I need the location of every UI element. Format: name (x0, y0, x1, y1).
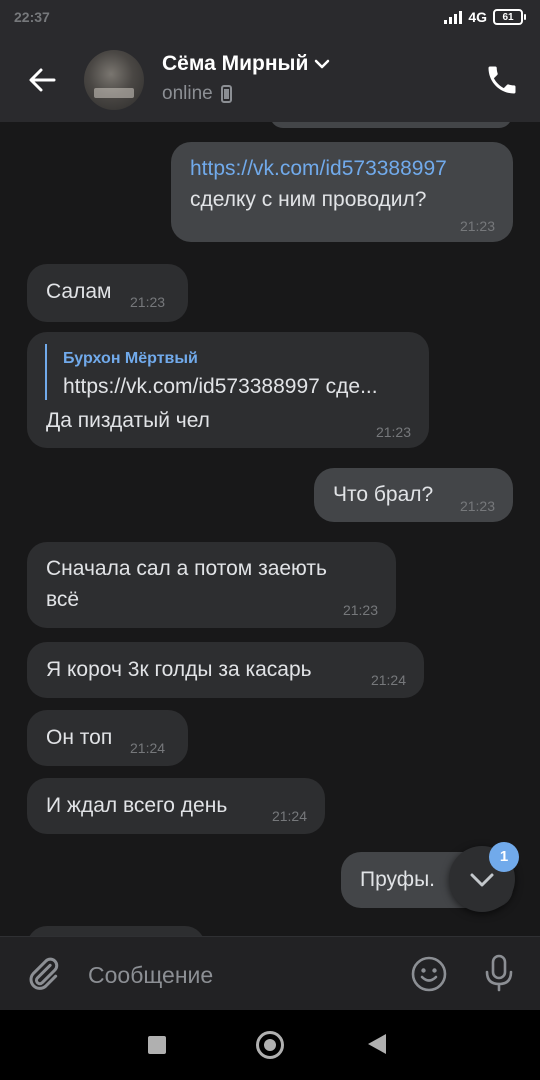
mic-button[interactable] (480, 953, 518, 993)
contact-status-text: online (162, 83, 213, 104)
message-time: 21:24 (130, 740, 166, 756)
back-button[interactable] (24, 62, 60, 98)
call-button[interactable] (484, 62, 520, 98)
message-in[interactable]: И ждал всего день 21:24 (27, 778, 325, 834)
status-icons: 4G 61 (444, 9, 526, 25)
message-time: 21:23 (342, 602, 378, 618)
message-text: И ждал всего день (46, 794, 228, 817)
message-list[interactable]: https://vk.com/id573388997 сделку с ним … (0, 122, 540, 936)
composer (0, 936, 540, 1011)
recents-button[interactable] (148, 1036, 166, 1054)
message-in[interactable]: Сначала сал а потом заеють всё 21:23 (27, 542, 396, 628)
battery-icon: 61 (493, 9, 526, 25)
message-in[interactable]: Он топ 21:24 (27, 710, 188, 766)
battery-level: 61 (502, 11, 514, 23)
message-link[interactable]: https://vk.com/id573388997 (190, 154, 447, 184)
chat-header: Сёма Мирный online (0, 38, 540, 122)
message-text: сделку с ним проводил? (190, 188, 427, 211)
chevron-down-icon (315, 59, 330, 69)
message-input[interactable] (86, 957, 390, 993)
system-nav-bar (0, 1010, 540, 1080)
signal-icon (444, 10, 463, 24)
phone-icon (488, 66, 516, 94)
home-button[interactable] (256, 1031, 284, 1059)
message-time: 21:23 (375, 424, 411, 440)
message-text: Сначала сал а потом заеють (46, 557, 327, 580)
status-time: 22:37 (14, 9, 50, 25)
smile-icon (411, 956, 447, 992)
message-text: Пруфы. (360, 868, 436, 891)
reply-bar (45, 344, 47, 400)
message-partial (27, 926, 205, 936)
contact-status: online (162, 83, 232, 105)
message-partial (270, 122, 512, 128)
message-text: Он топ (46, 726, 113, 749)
message-in[interactable]: Салам 21:23 (27, 264, 188, 322)
message-text: Салам (46, 280, 112, 303)
message-time: 21:24 (370, 672, 406, 688)
mic-icon (485, 954, 513, 992)
message-text: Что брал? (333, 483, 434, 506)
arrow-left-icon (29, 68, 56, 92)
reply-author: Бурхон Мёртвый (63, 350, 198, 367)
message-out[interactable]: https://vk.com/id573388997 сделку с ним … (171, 142, 513, 242)
message-in[interactable]: Я короч 3к голды за касарь 21:24 (27, 642, 424, 698)
message-out[interactable]: Что брал? 21:23 (314, 468, 513, 522)
message-time: 21:23 (130, 294, 166, 310)
paperclip-icon (29, 957, 59, 990)
message-in-reply[interactable]: Бурхон Мёртвый https://vk.com/id57338899… (27, 332, 429, 448)
message-text-line2: всё (46, 588, 80, 611)
network-type: 4G (468, 9, 487, 25)
message-text: Да пиздатый чел (46, 409, 210, 432)
reply-text: https://vk.com/id573388997 сде... (63, 375, 378, 398)
message-time: 21:23 (459, 218, 495, 234)
emoji-button[interactable] (410, 955, 448, 993)
phone-device-icon (220, 85, 232, 103)
contact-name-button[interactable]: Сёма Мирный (162, 52, 330, 76)
contact-name: Сёма Мирный (162, 52, 309, 75)
attach-button[interactable] (24, 955, 62, 993)
unread-badge: 1 (489, 842, 519, 872)
system-back-button[interactable] (368, 1034, 386, 1054)
avatar[interactable] (84, 50, 144, 110)
message-time: 21:24 (271, 808, 307, 824)
message-text: Я короч 3к голды за касарь (46, 658, 312, 681)
status-bar: 22:37 4G 61 (0, 0, 540, 38)
message-time: 21:23 (459, 498, 495, 514)
